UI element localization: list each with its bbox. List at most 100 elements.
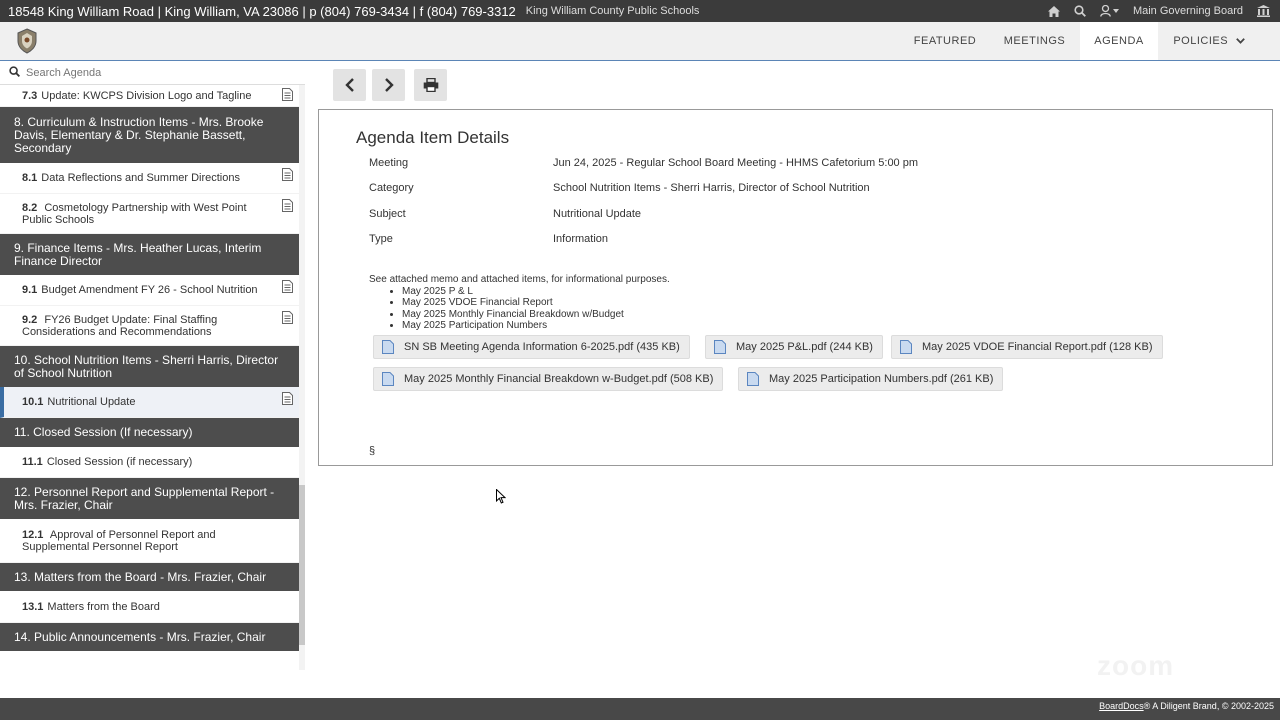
agenda-list: 7.3 Update: KWCPS Division Logo and Tagl… (0, 85, 299, 651)
tab-agenda[interactable]: AGENDA (1080, 22, 1158, 60)
agenda-item-9-2[interactable]: 9.2 FY26 Budget Update: Final Staffing C… (0, 306, 299, 346)
category-label: Category (369, 182, 414, 194)
list-item: May 2025 Monthly Financial Breakdown w/B… (402, 309, 670, 321)
item-number: 10.1 (22, 396, 44, 408)
agenda-search (0, 61, 305, 85)
document-icon (282, 199, 293, 215)
item-number: 8.2 (22, 201, 38, 214)
description-text: See attached memo and attached items, fo… (369, 274, 670, 285)
item-number: 12.1 (22, 528, 44, 541)
agenda-item-11-1[interactable]: 11.1 Closed Session (if necessary) (0, 447, 299, 478)
list-item: May 2025 Participation Numbers (402, 320, 670, 332)
agenda-section-9[interactable]: 9. Finance Items - Mrs. Heather Lucas, I… (0, 234, 299, 275)
item-number: 8.1 (22, 172, 38, 184)
type-row: Type Information (369, 233, 608, 245)
type-label: Type (369, 233, 393, 245)
agenda-item-9-1[interactable]: 9.1 Budget Amendment FY 26 - School Nutr… (0, 275, 299, 306)
item-number: 9.2 (22, 313, 38, 326)
agenda-item-7-3[interactable]: 7.3 Update: KWCPS Division Logo and Tagl… (0, 85, 299, 107)
attachment-link[interactable]: May 2025 Monthly Financial Breakdown w-B… (373, 367, 724, 391)
item-title: Matters from the Board (47, 600, 160, 613)
details-heading: Agenda Item Details (356, 128, 510, 147)
item-title-text: Approval of Personnel Report and Supplem… (22, 528, 216, 553)
file-icon (714, 340, 726, 354)
district-logo[interactable] (16, 28, 38, 54)
attachment-name: May 2025 Participation Numbers.pdf (261 … (769, 373, 994, 385)
top-info-bar: 18548 King William Road | King William, … (0, 0, 1280, 22)
description-list: May 2025 P & L May 2025 VDOE Financial R… (402, 286, 670, 332)
search-icon (9, 64, 21, 82)
tab-policies[interactable]: POLICIES (1166, 22, 1252, 60)
chevron-left-icon (344, 78, 354, 92)
building-icon[interactable] (1257, 5, 1270, 17)
main-content: Agenda Item Details Meeting Jun 24, 2025… (305, 61, 1280, 670)
previous-item-button[interactable] (333, 69, 366, 101)
attachment-link[interactable]: May 2025 Participation Numbers.pdf (261 … (738, 367, 1004, 391)
tab-meetings[interactable]: MEETINGS (994, 22, 1075, 60)
item-number: 13.1 (22, 600, 44, 613)
item-number: 11.1 (22, 456, 43, 468)
main-navigation: FEATURED MEETINGS AGENDA POLICIES (0, 22, 1280, 61)
print-icon (423, 78, 438, 92)
item-title: Data Reflections and Summer Directions (41, 172, 240, 184)
item-title: Nutritional Update (47, 396, 136, 408)
governing-board-selector[interactable]: Main Governing Board (1133, 5, 1243, 17)
item-title: Update: KWCPS Division Logo and Tagline (41, 89, 252, 102)
item-description: See attached memo and attached items, fo… (369, 274, 670, 332)
item-title: 12.1 Approval of Personnel Report and Su… (22, 529, 259, 553)
district-name: King William County Public Schools (525, 5, 700, 17)
search-agenda-input[interactable] (26, 66, 286, 79)
agenda-section-14[interactable]: 14. Public Announcements - Mrs. Frazier,… (0, 623, 299, 651)
attachment-link[interactable]: May 2025 VDOE Financial Report.pdf (128 … (891, 335, 1163, 359)
meeting-label: Meeting (369, 157, 409, 169)
agenda-section-13[interactable]: 13. Matters from the Board - Mrs. Frazie… (0, 563, 299, 591)
item-title: Closed Session (if necessary) (46, 456, 193, 468)
subject-value: Nutritional Update (553, 208, 642, 220)
page-footer: BoardDocs® A Diligent Brand, © 2002-2025 (0, 698, 1280, 720)
agenda-section-12[interactable]: 12. Personnel Report and Supplemental Re… (0, 478, 299, 519)
agenda-item-details-panel: Agenda Item Details Meeting Jun 24, 2025… (318, 109, 1273, 466)
document-icon (282, 311, 293, 327)
item-title-text: FY26 Budget Update: Final Staffing Consi… (22, 313, 218, 338)
agenda-section-8[interactable]: 8. Curriculum & Instruction Items - Mrs.… (0, 107, 299, 163)
attachment-link[interactable]: SN SB Meeting Agenda Information 6-2025.… (373, 335, 690, 359)
agenda-item-13-1[interactable]: 13.1 Matters from the Board (0, 591, 299, 623)
zoom-watermark: zoom (1097, 650, 1175, 681)
type-value: Information (553, 233, 609, 245)
tab-policies-label: POLICIES (1173, 35, 1229, 47)
meeting-row: Meeting Jun 24, 2025 - Regular School Bo… (369, 157, 918, 169)
section-symbol: § (369, 445, 376, 457)
next-item-button[interactable] (372, 69, 405, 101)
agenda-item-8-2[interactable]: 8.2 Cosmetology Partnership with West Po… (0, 194, 299, 234)
user-menu-icon[interactable] (1100, 5, 1119, 17)
item-title: 8.2 Cosmetology Partnership with West Po… (22, 202, 259, 226)
home-icon[interactable] (1047, 5, 1060, 17)
print-button[interactable] (414, 69, 447, 101)
file-icon (382, 340, 394, 354)
item-number: 9.1 (22, 284, 38, 296)
item-title-text: Cosmetology Partnership with West Point … (22, 201, 247, 226)
list-item: May 2025 P & L (402, 286, 670, 298)
agenda-section-10[interactable]: 10. School Nutrition Items - Sherri Harr… (0, 346, 299, 387)
list-item: May 2025 VDOE Financial Report (402, 297, 670, 309)
item-title: Budget Amendment FY 26 - School Nutritio… (41, 284, 258, 296)
file-icon (900, 340, 912, 354)
tab-featured[interactable]: FEATURED (903, 22, 987, 60)
agenda-item-10-1[interactable]: 10.1 Nutritional Update (0, 387, 299, 418)
item-number: 7.3 (22, 89, 38, 102)
document-icon (282, 168, 293, 184)
chevron-right-icon (384, 78, 394, 92)
document-icon (282, 88, 293, 104)
agenda-item-8-1[interactable]: 8.1 Data Reflections and Summer Directio… (0, 163, 299, 194)
category-row: Category School Nutrition Items - Sherri… (369, 182, 870, 194)
agenda-section-11[interactable]: 11. Closed Session (If necessary) (0, 418, 299, 447)
search-icon[interactable] (1074, 5, 1086, 17)
attachment-name: May 2025 VDOE Financial Report.pdf (128 … (922, 341, 1153, 353)
attachment-name: SN SB Meeting Agenda Information 6-2025.… (404, 341, 680, 353)
agenda-sidebar: 7.3 Update: KWCPS Division Logo and Tagl… (0, 61, 305, 670)
attachment-link[interactable]: May 2025 P&L.pdf (244 KB) (705, 335, 883, 359)
footer-credit-text: ® A Diligent Brand, © 2002-2025 (1143, 701, 1274, 711)
boarddocs-link[interactable]: BoardDocs (1099, 701, 1144, 711)
attachment-name: May 2025 P&L.pdf (244 KB) (736, 341, 873, 353)
agenda-item-12-1[interactable]: 12.1 Approval of Personnel Report and Su… (0, 519, 299, 563)
